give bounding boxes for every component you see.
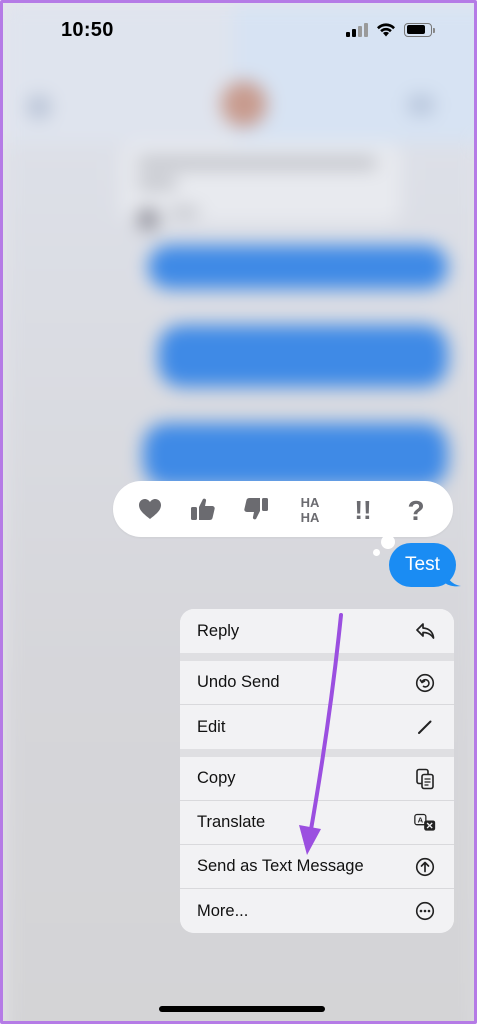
haha-bottom-text: HA [300,510,319,524]
reaction-question[interactable]: ? [398,491,434,527]
menu-item-translate[interactable]: Translate A [180,801,454,845]
menu-item-reply[interactable]: Reply [180,609,454,653]
status-time: 10:50 [61,19,114,41]
menu-item-label: More... [197,901,249,920]
message-context-menu: Reply Undo Send Edit Copy Translate A Se… [180,609,454,933]
menu-item-undo-send[interactable]: Undo Send [180,661,454,705]
menu-item-edit[interactable]: Edit [180,705,454,749]
cellular-signal-icon [346,22,368,37]
menu-item-label: Translate [197,813,266,831]
reaction-thumbs-down[interactable] [238,491,274,527]
screen: 10:50 HA HA !! ? Test Reply Undo Send Ed… [0,0,477,1024]
menu-item-label: Edit [197,717,226,736]
menu-item-copy[interactable]: Copy [180,757,454,801]
reply-icon [414,620,436,642]
tapback-reactions-bar: HA HA !! ? [113,481,453,537]
heart-icon [138,499,161,519]
menu-group-edit: Undo Send Edit [180,661,454,749]
bg-message-bubble [158,325,448,387]
menu-separator [180,653,454,661]
bg-text-line [137,158,377,168]
battery-icon [404,22,435,37]
double-exclamation-icon: !! [354,495,371,523]
home-indicator[interactable] [159,1006,325,1012]
menu-separator [180,749,454,757]
bg-message-bubble [143,423,448,487]
bg-video-button [408,95,434,115]
bg-message-bubble [148,245,448,289]
haha-icon: HA HA [300,495,319,524]
reaction-heart[interactable] [132,491,168,527]
thumbs-down-icon [244,498,269,520]
thumbs-up-icon [190,498,215,520]
ellipsis-circle-icon [414,900,436,922]
menu-item-send-as-text-message[interactable]: Send as Text Message [180,845,454,889]
menu-group-reply: Reply [180,609,454,653]
bg-text-line [169,208,199,216]
svg-text:A: A [418,815,424,824]
reactions-tail-dot [381,535,395,549]
message-bubble-tail [445,571,461,587]
menu-item-label: Send as Text Message [197,857,364,875]
menu-group-actions: Copy Translate A Send as Text Message Mo… [180,757,454,933]
copy-icon [414,768,436,790]
message-text: Test [405,554,440,575]
undo-icon [414,672,436,694]
haha-top-text: HA [300,495,319,510]
question-mark-icon: ? [408,495,425,523]
menu-item-more[interactable]: More... [180,889,454,933]
bg-small-avatar [137,208,159,230]
emphasize-text: !! [354,495,371,523]
reactions-tail-dot-small [373,549,380,556]
status-icons [346,22,435,37]
menu-item-label: Copy [197,769,236,787]
arrow-up-circle-icon [414,856,436,878]
question-text: ? [408,495,425,523]
wifi-icon [377,23,395,37]
menu-item-label: Undo Send [197,673,280,691]
bg-text-line [137,178,177,188]
reaction-emphasize[interactable]: !! [345,491,381,527]
reaction-haha[interactable]: HA HA [292,491,328,527]
menu-item-label: Reply [197,621,240,640]
pencil-icon [414,716,436,738]
bg-contact-avatar [221,81,267,127]
reaction-thumbs-up[interactable] [185,491,221,527]
bg-back-button [27,95,51,119]
translate-icon: A [414,812,436,834]
